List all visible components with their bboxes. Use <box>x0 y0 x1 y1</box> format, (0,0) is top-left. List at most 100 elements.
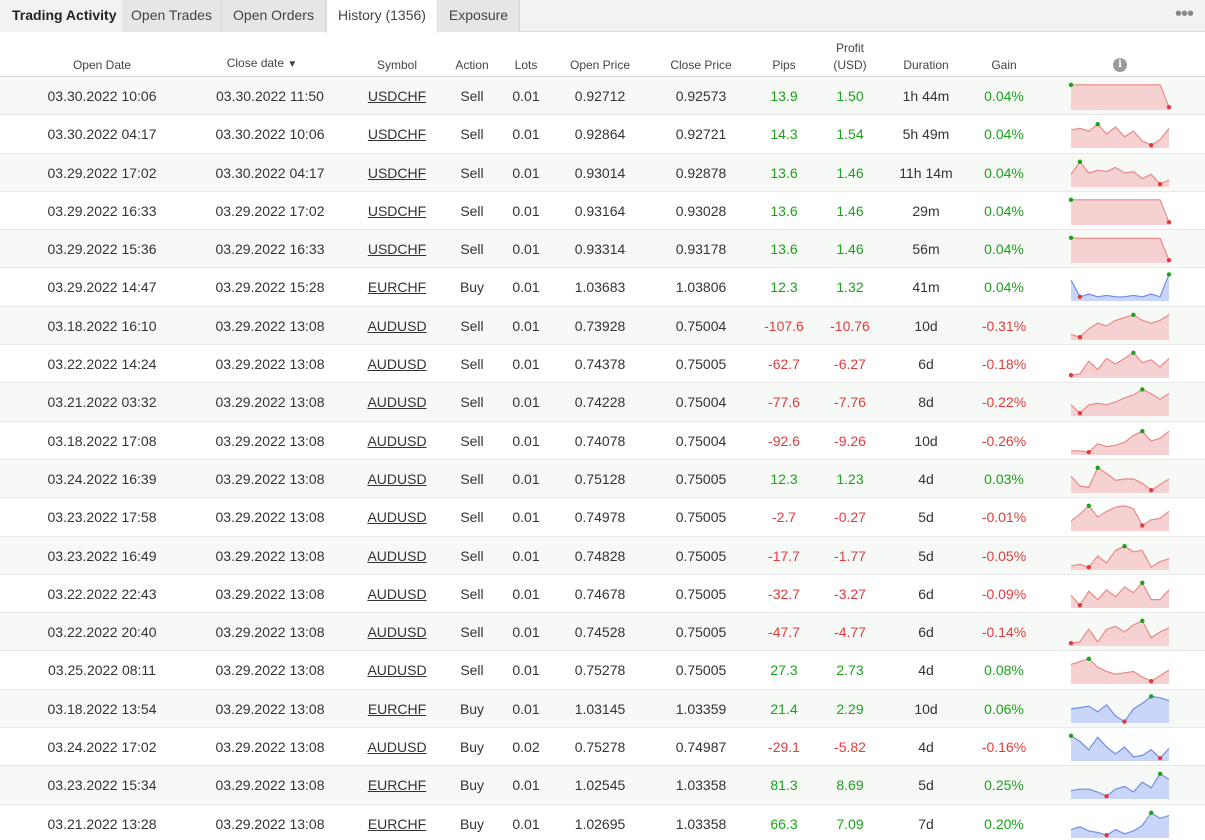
symbol-link-text[interactable]: EURCHF <box>368 701 426 717</box>
table-row[interactable]: 03.18.2022 16:10 03.29.2022 13:08 AUDUSD Se… <box>0 306 1205 346</box>
table-row[interactable]: 03.29.2022 17:02 03.30.2022 04:17 USDCHF Se… <box>0 153 1205 192</box>
action-cell: Sell <box>460 624 484 641</box>
table-row[interactable]: 03.23.2022 17:58 03.29.2022 13:08 AUDUSD Se… <box>0 498 1205 537</box>
open-date-cell: 03.29.2022 15:36 <box>47 241 157 258</box>
col-open-date[interactable]: Open Date <box>40 58 164 73</box>
col-close-price[interactable]: Close Price <box>660 58 742 73</box>
table-row[interactable]: 03.29.2022 15:36 03.29.2022 16:33 USDCHF Se… <box>0 230 1205 269</box>
symbol-link[interactable]: USDCHF <box>362 230 432 268</box>
symbol-link[interactable]: AUDUSD <box>362 307 432 345</box>
table-row[interactable]: 03.22.2022 20:40 03.29.2022 13:08 AUDUSD Se… <box>0 613 1205 652</box>
sparkline-area <box>1071 124 1169 149</box>
table-row[interactable]: 03.23.2022 15:34 03.29.2022 13:08 EURCHF Bu… <box>0 766 1205 805</box>
col-profit[interactable]: Profit (USD) <box>822 41 878 73</box>
duration-cell: 41m <box>912 279 940 296</box>
duration-cell: 5d <box>918 547 934 564</box>
sparkline-high-dot <box>1086 503 1091 509</box>
symbol-link[interactable]: EURCHF <box>362 690 432 728</box>
symbol-link-text[interactable]: AUDUSD <box>367 394 426 410</box>
close-date-cell: 03.30.2022 10:06 <box>215 126 325 143</box>
table-row[interactable]: 03.18.2022 17:08 03.29.2022 13:08 AUDUSD Se… <box>0 422 1205 460</box>
more-dots-icon[interactable]: ••• <box>1175 4 1194 24</box>
symbol-link-text[interactable]: USDCHF <box>368 241 426 257</box>
symbol-link[interactable]: USDCHF <box>362 115 432 153</box>
table-row[interactable]: 03.22.2022 22:43 03.29.2022 13:08 AUDUSD Se… <box>0 575 1205 614</box>
table-row[interactable]: 03.25.2022 08:11 03.29.2022 13:08 AUDUSD Se… <box>0 651 1205 690</box>
symbol-link-text[interactable]: AUDUSD <box>367 739 426 755</box>
table-row[interactable]: 03.29.2022 14:47 03.29.2022 15:28 EURCHF Bu… <box>0 268 1205 307</box>
symbol-link-text[interactable]: AUDUSD <box>367 318 426 334</box>
action-cell: Sell <box>460 317 484 334</box>
symbol-link-text[interactable]: AUDUSD <box>367 624 426 640</box>
gain-cell: 0.20% <box>984 815 1024 832</box>
symbol-link-text[interactable]: AUDUSD <box>367 356 426 372</box>
symbol-link-text[interactable]: AUDUSD <box>367 509 426 525</box>
col-duration[interactable]: Duration <box>890 58 962 73</box>
sparkline-high-dot <box>1149 693 1154 699</box>
symbol-link-text[interactable]: AUDUSD <box>367 548 426 564</box>
symbol-link[interactable]: AUDUSD <box>362 345 432 383</box>
tab-exposure[interactable]: Exposure <box>438 0 520 32</box>
table-row[interactable]: 03.22.2022 14:24 03.29.2022 13:08 AUDUSD Se… <box>0 345 1205 384</box>
table-row[interactable]: 03.21.2022 13:28 03.29.2022 13:08 EURCHF Bu… <box>0 805 1205 840</box>
symbol-link[interactable]: USDCHF <box>362 154 432 192</box>
table-row[interactable]: 03.29.2022 16:33 03.29.2022 17:02 USDCHF Se… <box>0 192 1205 231</box>
col-lots[interactable]: Lots <box>504 58 548 73</box>
col-symbol[interactable]: Symbol <box>362 58 432 73</box>
open-price-cell: 0.74528 <box>574 624 626 641</box>
lots-cell: 0.01 <box>512 279 540 296</box>
table-row[interactable]: 03.21.2022 03:32 03.29.2022 13:08 AUDUSD Se… <box>0 383 1205 422</box>
open-date-cell: 03.18.2022 13:54 <box>47 700 157 717</box>
symbol-link-text[interactable]: USDCHF <box>368 203 426 219</box>
table-row[interactable]: 03.24.2022 17:02 03.29.2022 13:08 AUDUSD Bu… <box>0 728 1205 767</box>
symbol-link[interactable]: AUDUSD <box>362 422 432 460</box>
pips-cell: 12.3 <box>770 470 798 487</box>
col-open-price[interactable]: Open Price <box>560 58 640 73</box>
close-price-cell: 1.03358 <box>675 777 727 794</box>
symbol-link[interactable]: USDCHF <box>362 77 432 115</box>
symbol-link-text[interactable]: AUDUSD <box>367 471 426 487</box>
open-price-cell: 1.03145 <box>574 700 626 717</box>
symbol-link-text[interactable]: USDCHF <box>368 88 426 104</box>
symbol-link-text[interactable]: AUDUSD <box>367 662 426 678</box>
symbol-link-text[interactable]: EURCHF <box>368 777 426 793</box>
symbol-link[interactable]: AUDUSD <box>362 728 432 766</box>
close-price-cell: 0.75005 <box>675 624 727 641</box>
table-row[interactable]: 03.30.2022 10:06 03.30.2022 11:50 USDCHF Se… <box>0 77 1205 116</box>
close-price-cell: 1.03806 <box>675 279 727 296</box>
symbol-link-text[interactable]: USDCHF <box>368 126 426 142</box>
symbol-link-text[interactable]: EURCHF <box>368 816 426 832</box>
action-cell: Sell <box>460 470 484 487</box>
symbol-link[interactable]: AUDUSD <box>362 613 432 651</box>
symbol-link-text[interactable]: AUDUSD <box>367 586 426 602</box>
symbol-link[interactable]: AUDUSD <box>362 537 432 575</box>
symbol-link[interactable]: AUDUSD <box>362 575 432 613</box>
tab-open-orders[interactable]: Open Orders <box>222 0 326 32</box>
symbol-link[interactable]: AUDUSD <box>362 498 432 536</box>
symbol-link-text[interactable]: AUDUSD <box>367 433 426 449</box>
symbol-link[interactable]: AUDUSD <box>362 460 432 498</box>
symbol-link[interactable]: EURCHF <box>362 766 432 804</box>
table-row[interactable]: 03.23.2022 16:49 03.29.2022 13:08 AUDUSD Se… <box>0 536 1205 575</box>
table-row[interactable]: 03.24.2022 16:39 03.29.2022 13:08 AUDUSD Se… <box>0 459 1205 499</box>
symbol-link[interactable]: USDCHF <box>362 192 432 230</box>
col-gain[interactable]: Gain <box>974 58 1034 73</box>
symbol-link[interactable]: AUDUSD <box>362 383 432 421</box>
sparkline-area <box>1071 161 1169 187</box>
tab-trading-activity[interactable]: Trading Activity <box>0 0 122 32</box>
symbol-link-text[interactable]: EURCHF <box>368 279 426 295</box>
symbol-link[interactable]: EURCHF <box>362 268 432 306</box>
col-action[interactable]: Action <box>443 58 501 73</box>
info-icon[interactable]: i <box>1113 58 1127 72</box>
symbol-link-text[interactable]: USDCHF <box>368 165 426 181</box>
table-row[interactable]: 03.18.2022 13:54 03.29.2022 13:08 EURCHF Bu… <box>0 689 1205 729</box>
tab-open-trades[interactable]: Open Trades <box>122 0 222 32</box>
symbol-link[interactable]: EURCHF <box>362 805 432 840</box>
gain-cell: -0.31% <box>981 317 1027 334</box>
symbol-link[interactable]: AUDUSD <box>362 651 432 689</box>
table-row[interactable]: 03.30.2022 04:17 03.30.2022 10:06 USDCHF Se… <box>0 115 1205 154</box>
col-pips[interactable]: Pips <box>760 58 808 73</box>
profit-cell: 8.69 <box>836 777 864 794</box>
tab-history[interactable]: History (1356) <box>326 0 438 33</box>
col-close-date[interactable]: Close date ▼ <box>212 56 312 72</box>
